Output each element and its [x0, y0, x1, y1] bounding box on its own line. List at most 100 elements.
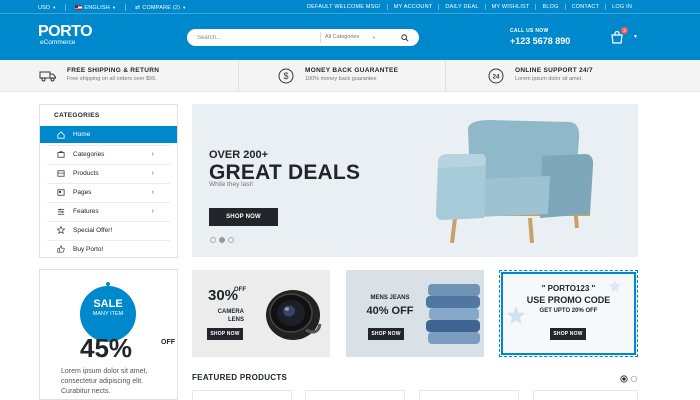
login-link[interactable]: LOG IN — [605, 4, 638, 10]
logo[interactable]: PORTO eCommerce — [38, 24, 93, 47]
top-links: DEFAULT WELCOME MSG! MY ACCOUNT DAILY DE… — [301, 4, 638, 10]
categories-menu: CATEGORIES Home Categories › Products › … — [39, 104, 178, 258]
shop-now-button[interactable]: SHOP NOW — [207, 328, 243, 340]
top-bar-left: USD ▼ ENGLISH ▼ ⇄ COMPARE (2) ▼ — [38, 4, 186, 11]
info-free-shipping: FREE SHIPPING & RETURN Free shipping on … — [39, 67, 159, 85]
star-icon — [57, 226, 67, 234]
currency-switcher[interactable]: USD ▼ — [38, 5, 56, 11]
search-icon — [401, 33, 409, 42]
search-bar: All Categories ▼ — [187, 29, 419, 46]
product-card[interactable] — [192, 390, 292, 400]
svg-text:$: $ — [283, 71, 288, 81]
compare-link[interactable]: ⇄ COMPARE (2) ▼ — [135, 4, 186, 11]
carousel-dot[interactable] — [630, 375, 638, 383]
product-card[interactable] — [305, 390, 405, 400]
daily-deal-link[interactable]: DAILY DEAL — [438, 4, 484, 10]
banner-mens-jeans[interactable]: MENS JEANS 40% OFF SHOP NOW — [346, 270, 484, 357]
banner-label: CAMERA LENS — [217, 309, 244, 323]
sidebar-item-buy-porto[interactable]: Buy Porto! — [47, 240, 170, 257]
svg-text:24: 24 — [493, 75, 500, 81]
sidebar-item-products[interactable]: Products › — [47, 164, 170, 181]
my-account-link[interactable]: MY ACCOUNT — [386, 4, 439, 10]
product-card[interactable] — [533, 390, 638, 400]
slider-dots — [210, 237, 234, 243]
info-title: FREE SHIPPING & RETURN — [67, 67, 160, 74]
slider-dot[interactable] — [228, 237, 234, 243]
call-us: CALL US NOW +123 5678 890 — [510, 28, 570, 46]
truck-icon — [39, 67, 57, 85]
categories-title: CATEGORIES — [54, 112, 100, 119]
banner-off: OFF — [234, 287, 246, 293]
product-card[interactable] — [419, 390, 519, 400]
language-switcher[interactable]: ENGLISH ▼ — [75, 5, 116, 11]
banner-camera-lens[interactable]: 30% OFF CAMERA LENS SHOP NOW — [192, 270, 330, 357]
info-subtitle: Lorem ipsum dolor sit amet. — [515, 76, 583, 82]
chevron-right-icon: › — [151, 207, 154, 215]
star-decoration-icon — [608, 279, 622, 293]
sale-percent: 45% — [80, 333, 133, 363]
cart-button[interactable]: 3 — [610, 27, 630, 46]
search-button[interactable] — [398, 31, 412, 44]
divider — [125, 4, 127, 11]
divider — [65, 4, 67, 11]
info-money-back: $ MONEY BACK GUARANTEE 100% money back g… — [277, 67, 398, 85]
chevron-down-icon: ▼ — [182, 5, 187, 10]
chevron-down-icon[interactable]: ▼ — [633, 34, 638, 40]
hero-overline: OVER 200+ — [209, 149, 269, 161]
jeans-stack-image — [426, 284, 480, 344]
support-24-icon: 24 — [487, 67, 505, 85]
shop-now-button[interactable]: SHOP NOW — [368, 328, 404, 340]
sidebar-item-home[interactable]: Home — [40, 126, 177, 143]
hero-slider: OVER 200+ GREAT DEALS While they last! S… — [192, 104, 638, 257]
divider — [445, 60, 446, 92]
info-bar: FREE SHIPPING & RETURN Free shipping on … — [0, 60, 700, 92]
slider-dot-active[interactable] — [219, 237, 225, 243]
carousel-dot-active[interactable] — [620, 375, 628, 383]
category-select[interactable]: All Categories ▼ — [320, 32, 380, 43]
info-subtitle: Free shipping on all orders over $99. — [67, 76, 157, 82]
call-us-label: CALL US NOW — [510, 28, 549, 34]
sale-description: Lorem ipsum dolor sit amet, consectetur … — [61, 368, 148, 395]
chevron-down-icon: ▼ — [111, 4, 117, 10]
banner-promo-code[interactable]: " PORTO123 " USE PROMO CODE GET UPTO 20%… — [499, 270, 638, 357]
blog-link[interactable]: BLOG — [535, 4, 564, 10]
sidebar-item-pages[interactable]: Pages › — [47, 183, 170, 200]
pages-icon — [57, 188, 67, 196]
sale-off-label: OFF — [161, 339, 175, 346]
sidebar-item-label: Home — [73, 131, 91, 138]
divider — [238, 60, 239, 92]
sidebar-item-categories[interactable]: Categories › — [47, 145, 170, 162]
sidebar-item-label: Pages — [73, 188, 92, 196]
header: USD ▼ ENGLISH ▼ ⇄ COMPARE (2) ▼ DEFAULT WELC… — [0, 0, 700, 60]
slider-dot[interactable] — [210, 237, 216, 243]
info-subtitle: 100% money back guarantee — [305, 76, 377, 82]
featured-products-title: FEATURED PRODUCTS — [192, 373, 288, 382]
hero-subtitle: While they last! — [209, 181, 254, 188]
camera-lens-image — [266, 290, 322, 340]
sale-promo-box[interactable]: SALE MANY ITEM 45% OFF Lorem ipsum dolor… — [39, 269, 178, 400]
language-label: ENGLISH — [84, 4, 110, 11]
hero-shop-now-button[interactable]: SHOP NOW — [209, 208, 278, 226]
sidebar-item-label: Special Offer! — [73, 226, 113, 234]
contact-link[interactable]: CONTACT — [564, 4, 606, 10]
us-flag-icon — [75, 4, 83, 10]
dollar-icon: $ — [277, 67, 295, 85]
sale-badge-subtitle: MANY ITEM — [92, 311, 124, 317]
info-support: 24 ONLINE SUPPORT 24/7 Lorem ipsum dolor… — [487, 67, 593, 85]
chevron-down-icon: ▼ — [372, 35, 376, 40]
compare-icon: ⇄ — [135, 5, 141, 11]
category-select-value: All Categories — [325, 34, 360, 40]
welcome-msg: DEFAULT WELCOME MSG! — [306, 4, 381, 10]
categories-icon — [57, 150, 67, 158]
info-title: ONLINE SUPPORT 24/7 — [515, 67, 593, 74]
shop-now-button[interactable]: SHOP NOW — [550, 328, 586, 340]
sidebar-item-special-offer[interactable]: Special Offer! — [47, 221, 170, 238]
top-bar: USD ▼ ENGLISH ▼ ⇄ COMPARE (2) ▼ DEFAULT WELC… — [0, 0, 700, 14]
search-input[interactable] — [197, 30, 327, 45]
sidebar-item-features[interactable]: Features › — [47, 202, 170, 219]
features-icon — [57, 208, 67, 215]
promo-title: USE PROMO CODE — [526, 295, 611, 305]
phone-number[interactable]: +123 5678 890 — [510, 36, 570, 46]
logo-main: PORTO — [38, 24, 93, 40]
my-wishlist-link[interactable]: MY WISHLIST — [484, 4, 536, 10]
